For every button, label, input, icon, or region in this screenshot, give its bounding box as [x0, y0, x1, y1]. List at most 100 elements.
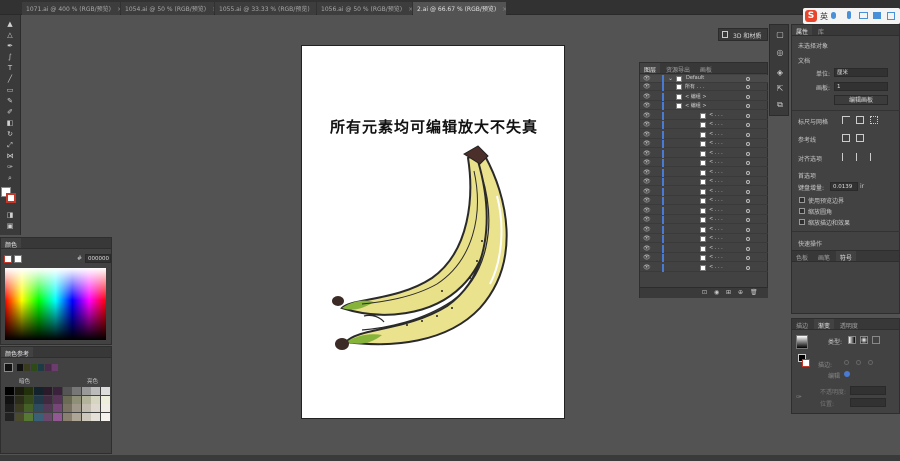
- target-circle-icon[interactable]: [746, 104, 750, 108]
- tab-artboards[interactable]: 画板: [696, 63, 716, 74]
- line-tool-icon[interactable]: ╱: [4, 75, 16, 84]
- target-circle-icon[interactable]: [746, 246, 750, 251]
- guide-swatch[interactable]: [91, 387, 101, 395]
- layer-row[interactable]: 👁 < . . .: [640, 168, 768, 177]
- appearance-icon[interactable]: ◎: [773, 47, 787, 59]
- expand-arrow-icon[interactable]: ⌄: [668, 75, 673, 82]
- tab-asset-export[interactable]: 资源导出: [662, 63, 694, 74]
- guide-swatch[interactable]: [5, 412, 14, 421]
- guide-swatch[interactable]: [72, 387, 82, 395]
- ime-logo-icon[interactable]: S: [805, 10, 817, 22]
- microphone-icon[interactable]: [847, 11, 851, 19]
- eye-icon[interactable]: 👁: [643, 131, 651, 138]
- target-circle-icon[interactable]: [746, 227, 750, 232]
- eyedropper-tool-icon[interactable]: ✑: [4, 163, 16, 172]
- target-circle-icon[interactable]: [746, 237, 750, 241]
- document-tab[interactable]: 1056.ai @ 50 % (RGB/预览) ×: [317, 2, 412, 15]
- eye-icon[interactable]: 👁: [643, 93, 651, 100]
- guide-swatch[interactable]: [53, 387, 62, 395]
- tab-properties[interactable]: 属性: [792, 25, 813, 36]
- stroke-swatch[interactable]: [6, 193, 16, 203]
- layer-row[interactable]: 👁 < . . .: [640, 140, 768, 148]
- draw-mode-icon[interactable]: ◨: [4, 211, 16, 220]
- radial-gradient-icon[interactable]: [860, 336, 868, 344]
- tab-color-guide[interactable]: 颜色参考: [1, 347, 34, 358]
- layer-row[interactable]: 👁 < . . .: [640, 206, 768, 215]
- guide-swatch[interactable]: [101, 387, 110, 395]
- guide-swatch[interactable]: [91, 404, 101, 412]
- layer-row[interactable]: 👁 < . . .: [640, 149, 768, 158]
- stroke-option-icon[interactable]: [844, 360, 849, 365]
- curvature-tool-icon[interactable]: ∫: [4, 53, 16, 62]
- guide-swatch[interactable]: [14, 387, 24, 395]
- gradient-opacity-input[interactable]: [850, 386, 886, 395]
- pixel-grid-icon[interactable]: [870, 116, 878, 124]
- zoom-tool-icon[interactable]: ⌕: [4, 174, 16, 183]
- eye-icon[interactable]: 👁: [643, 75, 651, 82]
- eye-icon[interactable]: 👁: [643, 159, 651, 166]
- skin-icon[interactable]: [873, 12, 881, 19]
- target-circle-icon[interactable]: [746, 256, 750, 260]
- delete-layer-icon[interactable]: 🗑: [750, 289, 758, 296]
- layer-row[interactable]: 👁 < . . .: [640, 187, 768, 196]
- collect-export-icon[interactable]: ⊡: [702, 289, 707, 296]
- selection-tool-icon[interactable]: ▲: [4, 20, 16, 29]
- tab-transparency[interactable]: 透明度: [836, 319, 862, 330]
- eye-icon[interactable]: 👁: [643, 254, 651, 261]
- artboard-select[interactable]: 1: [834, 82, 888, 91]
- guide-swatch[interactable]: [43, 404, 53, 412]
- color-spectrum[interactable]: [5, 268, 106, 340]
- guide-swatch[interactable]: [101, 412, 110, 421]
- guide-swatch[interactable]: [5, 395, 14, 404]
- image-panel-icon[interactable]: ▢: [773, 29, 787, 41]
- units-select[interactable]: 厘米: [834, 68, 888, 77]
- layer-row[interactable]: 👁 < . . .: [640, 216, 768, 224]
- close-icon[interactable]: ×: [117, 6, 120, 13]
- eye-icon[interactable]: 👁: [643, 197, 651, 204]
- white-swatch[interactable]: [14, 255, 22, 263]
- snap-grid-icon[interactable]: [856, 153, 864, 161]
- layers-stack-icon[interactable]: ◈: [773, 67, 787, 79]
- eye-icon[interactable]: 👁: [643, 207, 651, 214]
- none-swatch-icon[interactable]: [4, 255, 12, 263]
- eye-icon[interactable]: 👁: [643, 216, 651, 223]
- close-icon[interactable]: ×: [408, 6, 412, 13]
- direct-selection-tool-icon[interactable]: △: [4, 31, 16, 40]
- guide-swatch[interactable]: [72, 412, 82, 421]
- guide-swatch[interactable]: [14, 412, 24, 421]
- base-color-swatch[interactable]: [4, 363, 13, 372]
- harmony-strip[interactable]: [17, 364, 58, 371]
- tab-stroke[interactable]: 描边: [792, 319, 812, 330]
- guide-swatch[interactable]: [101, 395, 110, 404]
- shaper-tool-icon[interactable]: ✐: [4, 108, 16, 117]
- layer-row[interactable]: 👁 < . . .: [640, 197, 768, 205]
- ruler-icon[interactable]: [842, 116, 850, 124]
- 3d-materials-button[interactable]: 3D 和材质: [718, 28, 768, 41]
- eye-icon[interactable]: 👁: [643, 169, 651, 176]
- scale-strokes-checkbox[interactable]: [799, 219, 805, 225]
- guide-swatch[interactable]: [53, 404, 62, 412]
- new-layer-icon[interactable]: ⊕: [738, 289, 743, 296]
- tab-brushes[interactable]: 画笔: [814, 251, 834, 262]
- harmony-swatch[interactable]: [31, 364, 37, 371]
- export-icon[interactable]: ⇱: [773, 83, 787, 95]
- freeform-gradient-icon[interactable]: [872, 336, 880, 344]
- guide-swatch[interactable]: [33, 404, 43, 412]
- eye-icon[interactable]: 👁: [643, 102, 651, 109]
- tab-swatches[interactable]: 色板: [792, 251, 812, 262]
- guides-icon[interactable]: [842, 134, 850, 142]
- screen-mode-icon[interactable]: ▣: [4, 222, 16, 231]
- harmony-swatch[interactable]: [45, 364, 51, 371]
- preview-bounds-checkbox[interactable]: [799, 197, 805, 203]
- eye-icon[interactable]: 👁: [643, 178, 651, 185]
- guide-swatch[interactable]: [101, 404, 110, 412]
- guide-swatch[interactable]: [62, 404, 72, 412]
- layer-row[interactable]: 👁 < . . .: [640, 244, 768, 253]
- linear-gradient-icon[interactable]: [848, 336, 856, 344]
- target-circle-icon[interactable]: [746, 161, 750, 165]
- grid-icon[interactable]: [856, 116, 864, 124]
- gradient-preview-swatch[interactable]: [796, 335, 808, 349]
- edit-artboard-button[interactable]: 编辑画板: [834, 95, 888, 105]
- close-icon[interactable]: ×: [502, 6, 506, 13]
- tab-libraries[interactable]: 库: [814, 25, 828, 36]
